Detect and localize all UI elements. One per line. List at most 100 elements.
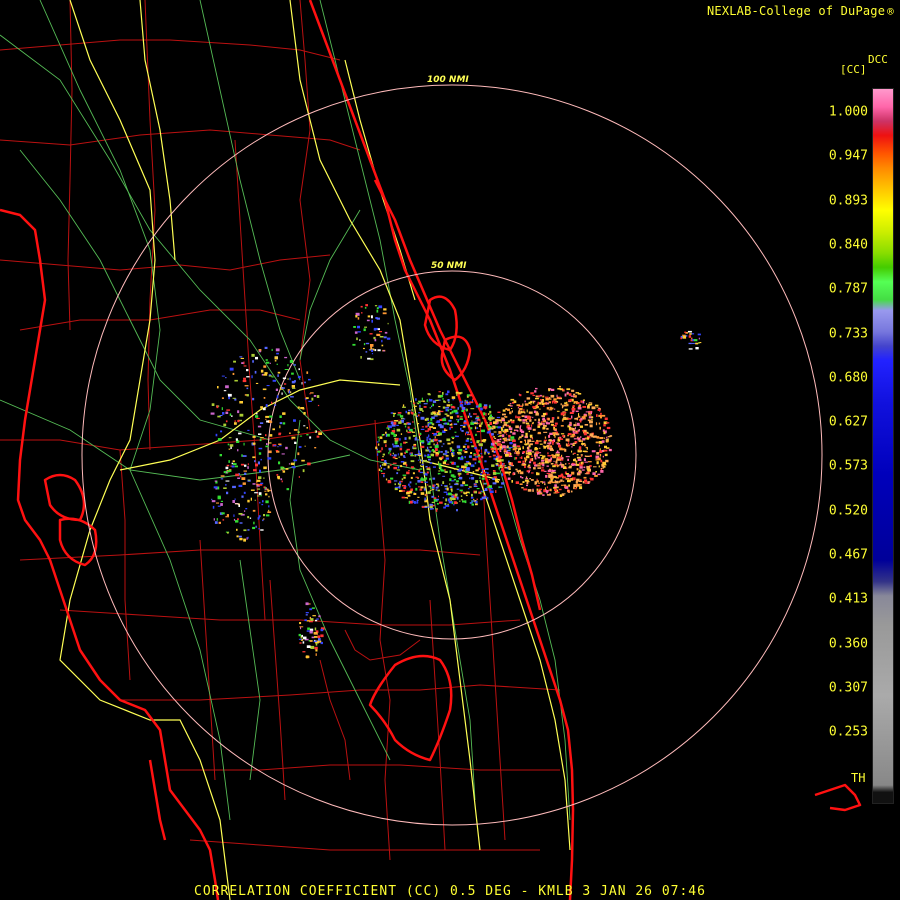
echo-gate xyxy=(384,460,387,463)
echo-gate xyxy=(542,425,547,427)
echo-gate xyxy=(258,476,262,479)
echo-gate xyxy=(552,465,556,468)
echo-gate xyxy=(219,454,222,457)
echo-gate xyxy=(473,485,478,487)
echo-gate xyxy=(581,416,586,419)
echo-gate xyxy=(532,428,536,431)
echo-gate xyxy=(400,461,405,463)
echo-gate xyxy=(595,455,600,458)
echo-gate xyxy=(274,360,277,362)
echo-gate xyxy=(522,460,525,463)
echo-gate xyxy=(457,421,459,423)
echo-gate xyxy=(474,456,479,458)
echo-gate xyxy=(226,409,231,411)
echo-gate xyxy=(314,447,317,449)
echo-gate xyxy=(404,425,407,428)
echo-gate xyxy=(528,430,530,433)
echo-gate xyxy=(255,382,259,384)
echo-gate xyxy=(480,407,483,411)
echo-gate xyxy=(449,447,453,450)
echo-gate xyxy=(571,490,573,493)
echo-gate xyxy=(494,437,497,440)
echo-gate xyxy=(269,362,271,364)
echo-gate xyxy=(221,512,225,515)
echo-gate xyxy=(426,471,429,474)
echo-gate xyxy=(578,405,581,408)
echo-gate xyxy=(383,462,387,466)
echo-gate xyxy=(274,356,278,360)
echo-gate xyxy=(421,426,424,428)
echo-gate xyxy=(247,516,250,519)
echo-gate xyxy=(392,452,394,455)
echo-gate xyxy=(233,360,236,363)
echo-gate xyxy=(491,440,495,443)
echo-gate xyxy=(420,432,422,435)
echo-gate xyxy=(234,398,237,401)
echo-gate xyxy=(524,479,529,482)
legend-tick: 0.893 xyxy=(828,193,868,209)
echo-gate xyxy=(316,395,320,398)
echo-gate xyxy=(259,469,261,473)
echo-gate xyxy=(519,457,522,459)
echo-gate xyxy=(301,634,303,637)
echo-gate xyxy=(572,405,575,408)
echo-gate xyxy=(299,435,303,437)
legend-tick: 0.413 xyxy=(828,591,868,607)
echo-gate xyxy=(442,418,447,422)
echo-gate xyxy=(400,443,402,446)
echo-gate xyxy=(412,447,417,450)
echo-gate xyxy=(511,462,513,466)
echo-gate xyxy=(464,500,467,504)
echo-gate xyxy=(580,436,582,438)
echo-gate xyxy=(492,447,494,450)
echo-gate xyxy=(541,462,545,464)
echo-gate xyxy=(223,423,227,427)
echo-gate xyxy=(434,438,438,442)
echo-gate xyxy=(521,487,524,489)
echo-gate xyxy=(260,406,263,409)
echo-gate xyxy=(573,438,577,440)
echo-gate xyxy=(250,489,255,491)
echo-gate xyxy=(223,487,227,489)
echo-gate xyxy=(444,470,448,473)
echo-gate xyxy=(574,488,577,490)
echo-gate xyxy=(573,435,576,437)
echo-gate xyxy=(597,457,601,461)
radar-echoes xyxy=(210,304,702,659)
echo-gate xyxy=(583,479,588,483)
echo-gate xyxy=(529,434,533,437)
echo-gate xyxy=(442,443,445,445)
echo-gate xyxy=(483,490,486,491)
echo-gate xyxy=(252,436,256,438)
echo-gate xyxy=(482,417,485,419)
echo-gate xyxy=(384,331,388,334)
echo-gate xyxy=(240,463,245,466)
echo-gate xyxy=(456,445,461,449)
echo-gate xyxy=(569,423,572,426)
echo-gate xyxy=(470,496,474,499)
echo-gate xyxy=(511,480,513,483)
echo-gate xyxy=(225,411,229,414)
echo-gate xyxy=(472,398,474,400)
echo-gate xyxy=(365,342,370,345)
echo-gate xyxy=(399,438,401,441)
echo-gate xyxy=(442,497,445,499)
echo-gate xyxy=(418,486,420,488)
echo-gate xyxy=(446,493,448,496)
echo-gate xyxy=(261,373,264,376)
echo-gate xyxy=(243,365,247,367)
echo-gate xyxy=(474,446,477,450)
echo-gate xyxy=(466,431,469,434)
echo-gate xyxy=(550,449,554,451)
echo-gate xyxy=(238,484,243,487)
echo-gate xyxy=(365,351,368,353)
echo-gate xyxy=(402,485,406,487)
echo-gate xyxy=(458,392,462,395)
echo-gate xyxy=(246,376,250,378)
echo-gate xyxy=(604,437,606,439)
echo-gate xyxy=(426,399,429,403)
echo-gate xyxy=(586,437,590,440)
echo-gate xyxy=(567,458,569,461)
echo-gate xyxy=(239,413,244,417)
echo-gate xyxy=(492,454,496,457)
